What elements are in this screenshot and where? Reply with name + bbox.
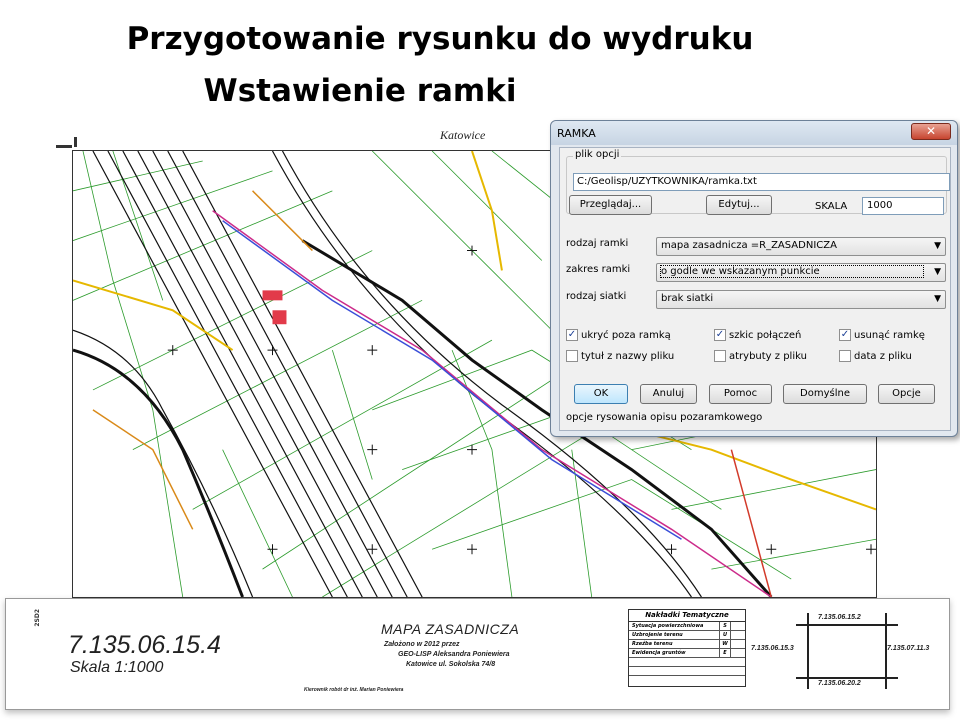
scale-text: Skala 1:1000	[70, 659, 164, 676]
browse-button[interactable]: Przeglądaj...	[569, 195, 652, 215]
checkbox-label: tytuł z nazwy pliku	[581, 350, 675, 362]
legend-row-code: U	[719, 631, 731, 639]
hide-outside-frame-checkbox[interactable]: ✓ ukryć poza ramką	[566, 329, 671, 341]
dialog-footer-text: opcje rysowania opisu pozaramkowego	[566, 412, 763, 423]
sheet-grid-line	[796, 624, 898, 626]
attributes-from-file-checkbox[interactable]: atrybuty z pliku	[714, 350, 807, 362]
options-button[interactable]: Opcje	[878, 384, 935, 404]
neighbor-sheet-south: 7.135.06.20.2	[818, 680, 861, 687]
legend-row-label: Uzbrojenie terenu	[632, 632, 683, 638]
help-button[interactable]: Pomoc	[709, 384, 772, 404]
frame-type-label: rodzaj ramki	[566, 238, 629, 249]
works-manager-line: Kierownik robót dr inż. Marian Poniewier…	[304, 687, 404, 693]
legend-row-label: Sytuacja powierzchniowa	[632, 623, 704, 629]
neighbor-sheet-north: 7.135.06.15.2	[818, 614, 861, 621]
checkbox-box	[566, 350, 578, 362]
legend-row: Sytuacja powierzchniowa S	[629, 622, 745, 631]
scale-label: SKALA	[815, 201, 848, 212]
slide-subtitle: Wstawienie ramki	[203, 73, 517, 109]
checkbox-label: atrybuty z pliku	[729, 350, 807, 362]
legend-row-empty	[629, 667, 745, 676]
frame-type-select[interactable]: mapa zasadnicza =R_ZASADNICZA ▼	[656, 237, 946, 256]
chevron-down-icon: ▼	[934, 241, 941, 251]
grid-type-label: rodzaj siatki	[566, 291, 627, 302]
edit-button[interactable]: Edytuj...	[706, 195, 772, 215]
thematic-overlays-table: Nakładki Tematyczne Sytuacja powierzchni…	[628, 609, 746, 687]
sheet-grid-line	[796, 677, 898, 679]
legend-title: Nakładki Tematyczne	[629, 610, 745, 622]
remove-frame-checkbox[interactable]: ✓ usunąć ramkę	[839, 329, 925, 341]
legend-row-empty	[629, 676, 745, 685]
frame-type-value: mapa zasadnicza =R_ZASADNICZA	[661, 240, 837, 251]
checkbox-label: ukryć poza ramką	[581, 329, 671, 341]
date-from-file-checkbox[interactable]: data z pliku	[839, 350, 912, 362]
scale-input[interactable]: 1000	[862, 197, 944, 215]
checkbox-check-icon: ✓	[839, 329, 851, 341]
legend-row: Rzeźba terenu W	[629, 640, 745, 649]
checkbox-check-icon: ✓	[566, 329, 578, 341]
close-button[interactable]: ✕	[911, 123, 951, 140]
options-group-label: plik opcji	[573, 149, 622, 160]
chevron-down-icon: ▼	[934, 267, 941, 277]
frame-range-select[interactable]: o godle we wskazanym punkcie ▼	[656, 263, 946, 282]
founded-line: Założono w 2012 przez	[384, 641, 460, 648]
dialog-titlebar[interactable]: RAMKA ✕	[551, 121, 957, 145]
cancel-button[interactable]: Anuluj	[640, 384, 697, 404]
legend-row-label: Rzeźba terenu	[632, 641, 673, 647]
ramka-dialog: RAMKA ✕ plik opcji C:/Geolisp/UZYTKOWNIK…	[550, 120, 958, 437]
frame-range-label: zakres ramki	[566, 264, 631, 275]
sheet-grid-line	[807, 613, 809, 689]
checkbox-label: usunąć ramkę	[854, 329, 925, 341]
neighbor-sheet-east: 7.135.07.11.3	[887, 645, 930, 652]
title-from-filename-checkbox[interactable]: tytuł z nazwy pliku	[566, 350, 674, 362]
neighbor-sheet-west: 7.135.06.15.3	[751, 645, 794, 652]
checkbox-box	[714, 350, 726, 362]
grid-type-select[interactable]: brak siatki ▼	[656, 290, 946, 309]
close-icon: ✕	[925, 124, 937, 138]
ok-button[interactable]: OK	[574, 384, 628, 404]
map-top-label: Katowice	[440, 128, 486, 142]
checkbox-label: szkic połączeń	[729, 329, 802, 341]
frame-range-value: o godle we wskazanym punkcie	[660, 265, 924, 278]
options-path-field[interactable]: C:/Geolisp/UZYTKOWNIKA/ramka.txt	[573, 173, 950, 191]
grid-type-value: brak siatki	[661, 293, 714, 304]
sheet-number: 7.135.06.15.4	[68, 631, 221, 659]
company-line: GEO-LISP Aleksandra Poniewiera	[398, 651, 510, 658]
chevron-down-icon: ▼	[934, 294, 941, 304]
map-title: MAPA ZASADNICZA	[381, 621, 520, 637]
checkbox-label: data z pliku	[854, 350, 912, 362]
vertical-code: 2SD2	[34, 609, 41, 627]
checkbox-check-icon: ✓	[714, 329, 726, 341]
legend-row-code: S	[719, 622, 731, 630]
map-corner-tick	[74, 137, 77, 147]
defaults-button[interactable]: Domyślne	[783, 384, 867, 404]
connection-sketch-checkbox[interactable]: ✓ szkic połączeń	[714, 329, 801, 341]
legend-row: Uzbrojenie terenu U	[629, 631, 745, 640]
legend-row: Ewidencja gruntów E	[629, 649, 745, 658]
legend-row-code: E	[719, 649, 731, 657]
legend-row-empty	[629, 658, 745, 667]
legend-row-label: Ewidencja gruntów	[632, 650, 686, 656]
dialog-title: RAMKA	[557, 127, 596, 140]
frame-description-strip: 2SD2 7.135.06.15.4 Skala 1:1000 MAPA ZAS…	[5, 598, 950, 710]
checkbox-box	[839, 350, 851, 362]
address-line: Katowice ul. Sokolska 74/8	[406, 661, 496, 668]
legend-row-code: W	[719, 640, 731, 648]
dialog-body: plik opcji C:/Geolisp/UZYTKOWNIKA/ramka.…	[559, 147, 951, 431]
slide-title: Przygotowanie rysunku do wydruku	[126, 21, 754, 57]
map-corner-tick	[56, 145, 72, 148]
